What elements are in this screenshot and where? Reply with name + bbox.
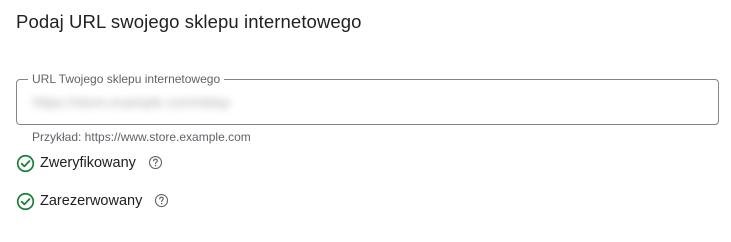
status-verified-label: Zweryfikowany	[40, 155, 136, 171]
store-url-panel: Podaj URL swojego sklepu internetowego U…	[0, 0, 731, 242]
store-url-hint: Przykład: https://www.store.example.com	[32, 130, 251, 144]
store-url-field[interactable]: URL Twojego sklepu internetowego https:/…	[16, 71, 719, 125]
store-url-label: URL Twojego sklepu internetowego	[28, 71, 225, 87]
status-verified: Zweryfikowany	[16, 153, 163, 173]
page-title: Podaj URL swojego sklepu internetowego	[16, 11, 362, 32]
help-icon[interactable]	[154, 193, 169, 208]
check-circle-icon	[16, 154, 35, 172]
status-reserved-label: Zarezerwowany	[40, 193, 143, 209]
help-icon[interactable]	[148, 155, 163, 170]
store-url-input[interactable]: https://store.example.com/sklep	[33, 93, 230, 111]
check-circle-icon	[16, 192, 35, 210]
status-reserved: Zarezerwowany	[16, 191, 169, 211]
